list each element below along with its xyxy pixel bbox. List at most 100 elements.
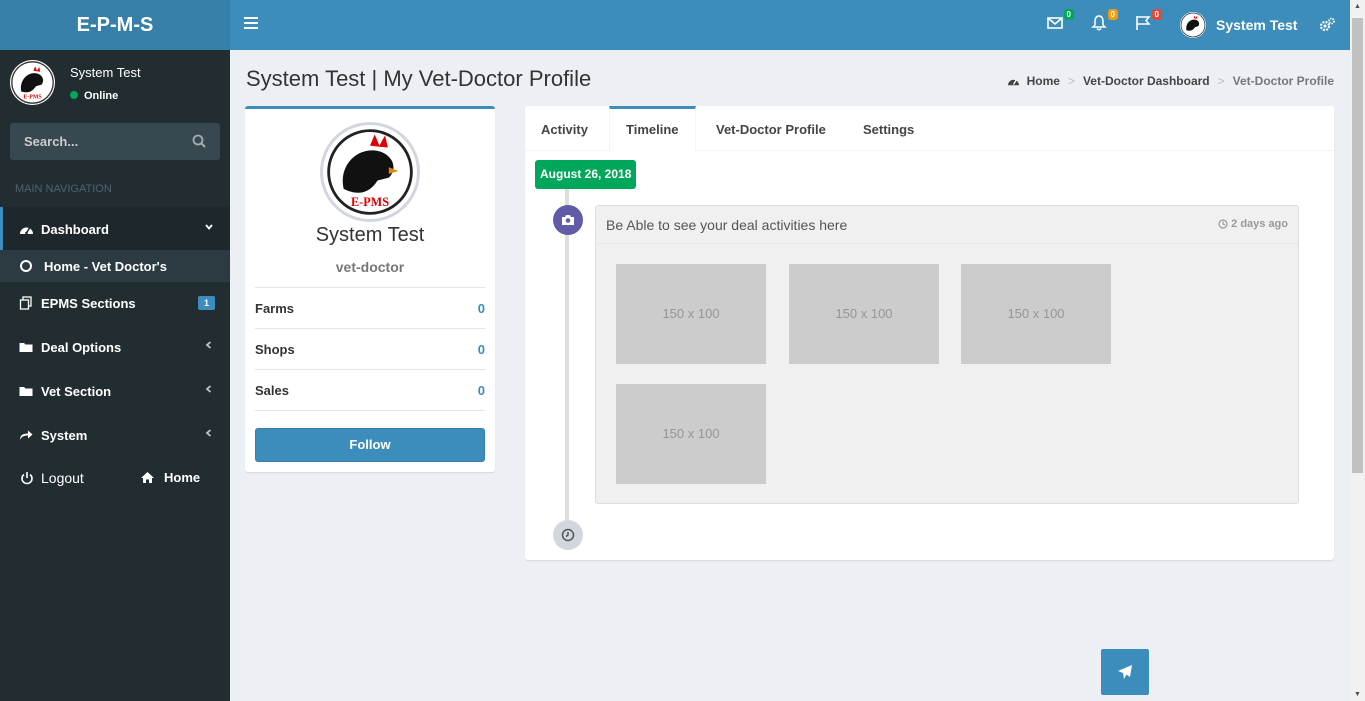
tab-timeline[interactable]: Timeline [609,106,696,152]
scroll-up-icon[interactable]: ▲ [1354,3,1361,10]
profile-tabs-panel: Activity Timeline Vet-Doctor Profile Set… [525,106,1334,560]
image-placeholder[interactable]: 150 x 100 [616,384,766,484]
sidebar-item-epms-sections[interactable]: EPMS Sections 1 [0,281,230,325]
sidebar-user-name: System Test [70,65,141,80]
clock-icon [1218,219,1228,229]
notifications-button[interactable]: 0 [1090,9,1118,36]
dashboard-icon [1007,79,1019,85]
stat-value[interactable]: 0 [478,383,485,398]
breadcrumb-home[interactable]: Home [1027,74,1060,88]
tab-bar: Activity Timeline Vet-Doctor Profile Set… [525,106,1334,152]
chevron-left-icon [204,383,214,397]
timeline-item-title: Be Able to see your deal activities here [606,217,848,233]
sidebar-item-vet-section[interactable]: Vet Section [0,369,230,413]
breadcrumb-vet-dashboard[interactable]: Vet-Doctor Dashboard [1083,74,1210,88]
breadcrumb-separator: > [1067,74,1075,88]
timeline-item-time: 2 days ago [1218,218,1288,230]
sidebar-item-dashboard[interactable]: Dashboard [0,207,230,251]
navbar-user-name: System Test [1216,17,1298,33]
floating-action-button[interactable] [1101,649,1149,695]
clock-icon [561,528,575,542]
sidebar-avatar: E-PMS [10,60,55,105]
messages-count-badge: 0 [1063,9,1074,20]
breadcrumb: Home > Vet-Doctor Dashboard > Vet-Doctor… [1007,74,1334,88]
online-status: Online [70,90,118,102]
home-icon [141,472,154,483]
control-sidebar-button[interactable] [1318,16,1336,37]
stat-farms: Farms 0 [255,288,485,329]
timeline-item-header: Be Able to see your deal activities here… [596,206,1298,244]
timeline-item: Be Able to see your deal activities here… [595,205,1299,504]
main-sidebar: E-PMS System Test Online MAIN NAVIGATION… [0,50,230,701]
page-scrollbar[interactable]: ▲ ▼ [1350,0,1365,701]
timeline-end-marker [553,520,583,550]
page-title: System Test | My Vet-Doctor Profile [246,66,592,91]
logo-text: E-PMS [23,95,41,101]
sidebar-item-label: EPMS Sections [41,295,136,311]
chevron-down-icon [204,221,214,235]
stat-value[interactable]: 0 [478,301,485,316]
breadcrumb-separator: > [1217,74,1225,88]
rooster-logo-icon: E-PMS [11,61,54,104]
sidebar-item-label: System [41,427,88,443]
epms-sections-badge: 1 [197,296,215,310]
power-icon [21,472,33,485]
messages-button[interactable]: 0 [1046,9,1074,36]
sidebar-item-label: Deal Options [41,339,122,355]
chevron-left-icon [204,339,214,353]
stat-shops: Shops 0 [255,329,485,370]
image-placeholder[interactable]: 150 x 100 [789,264,939,364]
timeline-camera-marker [553,205,583,235]
plane-icon [1118,665,1132,679]
share-icon [20,430,33,440]
search-icon[interactable] [192,134,206,148]
online-dot-icon [70,91,78,99]
sidebar-item-label: Dashboard [41,221,109,237]
envelope-icon [1047,17,1063,29]
image-placeholder[interactable]: 150 x 100 [616,264,766,364]
home-link[interactable]: Home [140,470,200,485]
tab-activity[interactable]: Activity [525,106,604,151]
sidebar-subitem-home-vet[interactable]: Home - Vet Doctor's [0,250,230,282]
logo-text: E-PMS [351,195,389,209]
profile-name: System Test [315,224,425,246]
tasks-count-badge: 0 [1151,9,1162,20]
flag-icon [1136,16,1151,30]
profile-card: E-PMS System Test vet-doctor Farms 0 Sho… [245,106,495,472]
folder-icon [19,343,33,352]
scroll-down-icon[interactable]: ▼ [1354,691,1361,698]
tab-settings[interactable]: Settings [847,106,930,151]
search-input[interactable] [10,123,180,160]
bell-icon [1091,15,1107,31]
timeline-date-label: August 26, 2018 [535,160,637,189]
tab-vet-doctor-profile[interactable]: Vet-Doctor Profile [700,106,842,151]
camera-icon [562,215,574,225]
home-label: Home [164,470,201,485]
user-menu[interactable]: System Test [1180,12,1297,38]
top-navbar: 0 0 0 System Test [230,0,1350,50]
follow-button[interactable]: Follow [255,428,485,462]
profile-role: vet-doctor [335,259,405,275]
nav-header: MAIN NAVIGATION [15,183,112,195]
stat-label: Farms [255,300,295,316]
profile-avatar: E-PMS [320,122,420,222]
sidebar-item-label: Vet Section [41,383,112,399]
scrollbar-thumb[interactable] [1352,18,1363,473]
app-logo[interactable]: E-P-M-S [0,0,230,50]
sidebar-item-system[interactable]: System [0,413,230,457]
circle-icon [20,260,32,272]
sidebar-toggle-icon[interactable] [244,17,258,31]
logout-link[interactable]: Logout [20,470,84,486]
rooster-logo-icon: E-PMS [327,129,413,215]
sidebar-item-deal-options[interactable]: Deal Options [0,325,230,369]
stat-value[interactable]: 0 [478,342,485,357]
image-placeholder[interactable]: 150 x 100 [961,264,1111,364]
stat-label: Shops [255,341,295,357]
sidebar-user-panel: E-PMS System Test Online [10,60,220,105]
rooster-logo-icon [1180,12,1206,38]
gears-icon [1319,17,1335,32]
profile-stats: Farms 0 Shops 0 Sales 0 [255,287,485,411]
tasks-button[interactable]: 0 [1134,9,1162,36]
stat-sales: Sales 0 [255,370,485,411]
timeline-line [565,189,569,534]
